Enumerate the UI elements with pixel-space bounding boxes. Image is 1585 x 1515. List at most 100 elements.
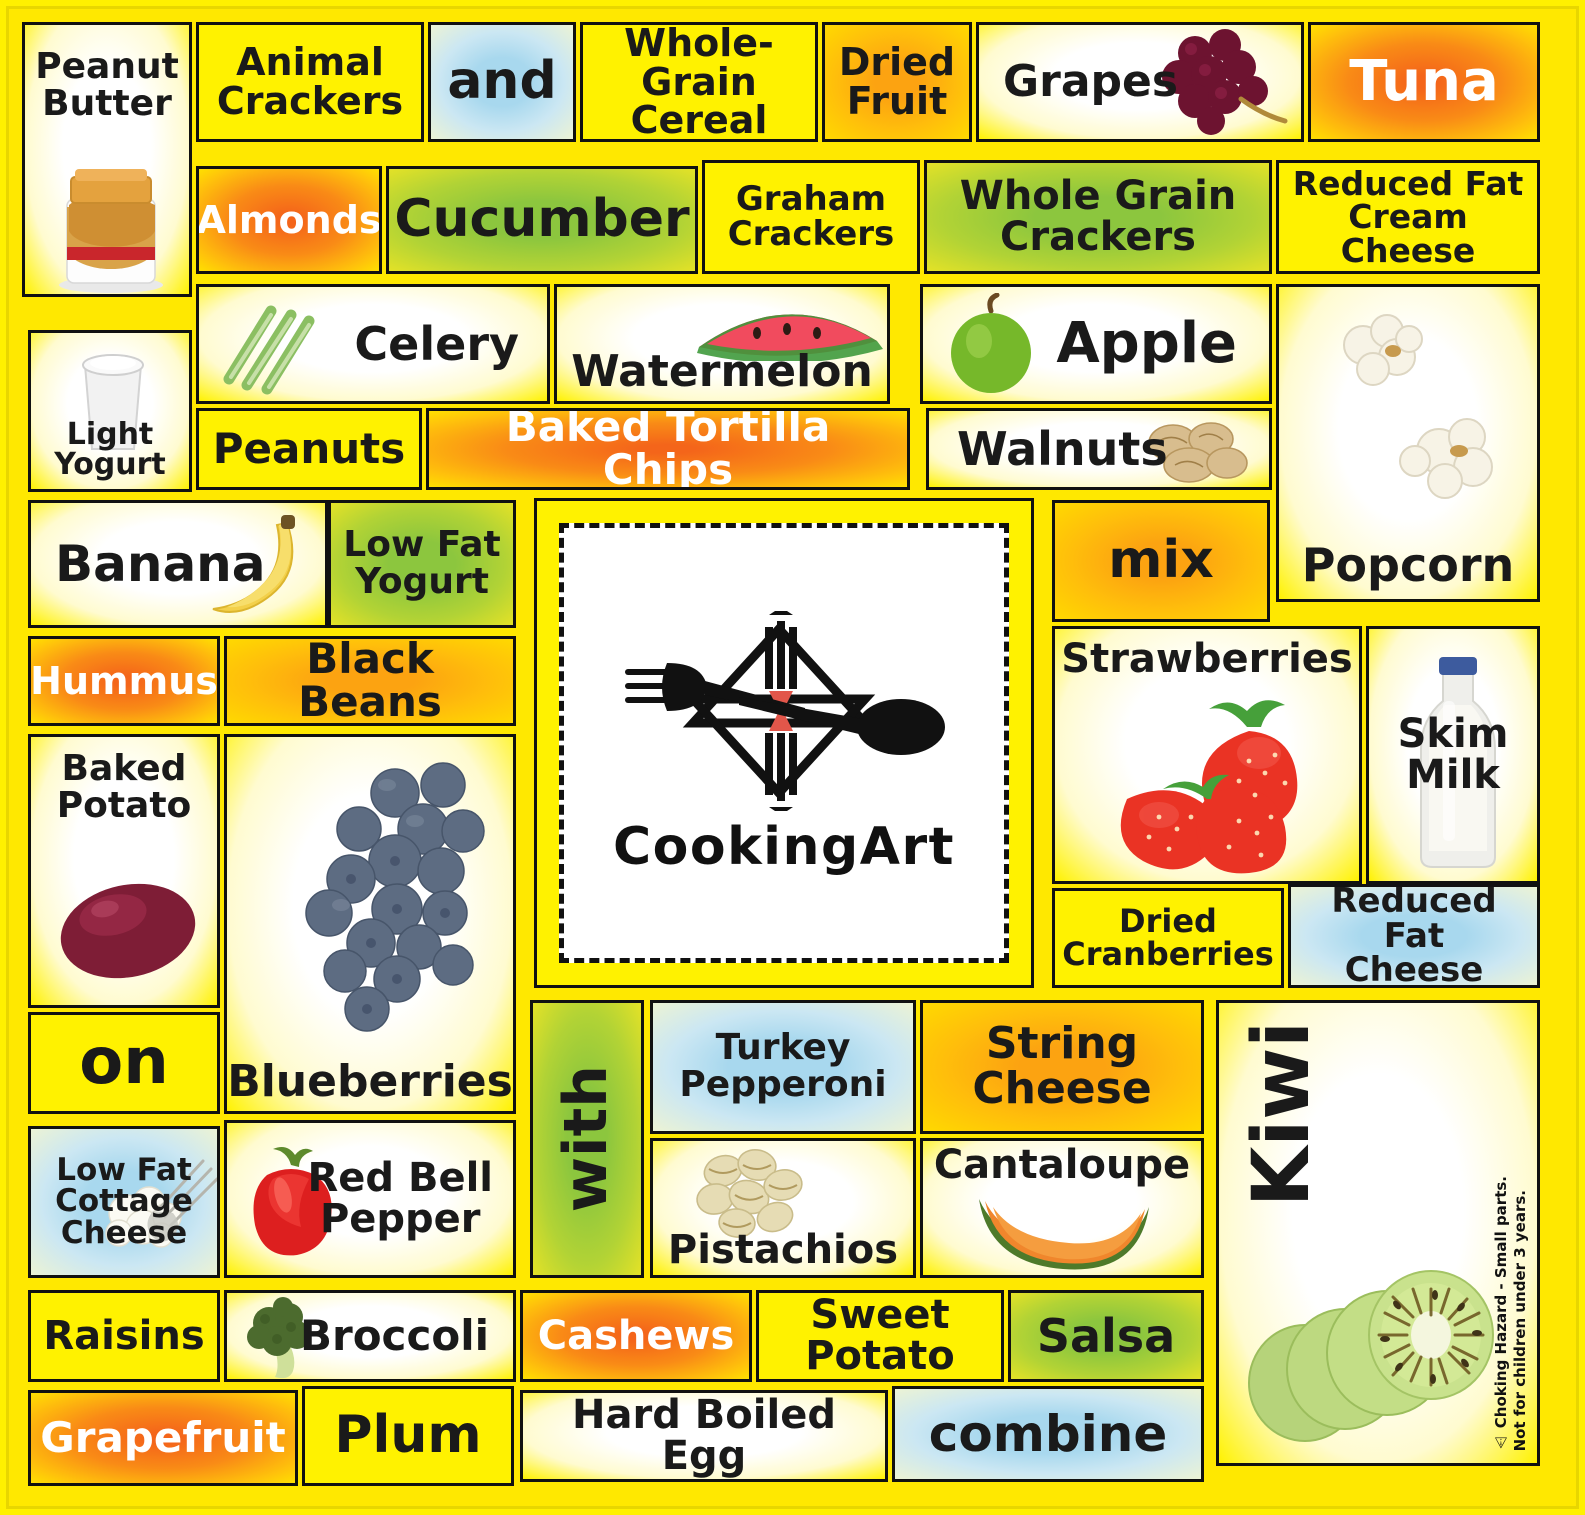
tile-hard-boiled-egg[interactable]: Hard Boiled Egg	[520, 1390, 888, 1482]
strawberries-image	[1120, 700, 1298, 874]
tile-low-fat-yogurt[interactable]: Low Fat Yogurt	[328, 500, 516, 628]
tile-graham-crackers[interactable]: Graham Crackers	[702, 160, 920, 274]
tile-on[interactable]: on	[28, 1012, 220, 1114]
tile-hummus[interactable]: Hummus	[28, 636, 220, 726]
tile-banana[interactable]: Banana	[28, 500, 328, 628]
tile-whole-grain-crackers[interactable]: Whole Grain Crackers	[924, 160, 1272, 274]
tile-walnuts[interactable]: Walnuts	[926, 408, 1272, 490]
tile-label: Salsa	[1036, 1308, 1176, 1363]
tile-celery[interactable]: Celery	[196, 284, 550, 404]
tile-label: String Cheese	[972, 1018, 1152, 1114]
tile-cucumber[interactable]: Cucumber	[386, 166, 698, 274]
tile-label: Broccoli	[299, 1310, 489, 1360]
fork-spoon-logo-icon	[625, 611, 945, 812]
logo-panel: CookingArt	[534, 498, 1034, 988]
celery-sticks-image	[223, 305, 315, 395]
tile-label: Sweet Potato	[805, 1292, 955, 1379]
tile-reduced-fat-cream-cheese[interactable]: Reduced Fat Cream Cheese	[1276, 160, 1540, 274]
tile-label: Raisins	[43, 1312, 205, 1359]
tile-label: Turkey Pepperoni	[679, 1027, 887, 1105]
tile-turkey-pepperoni[interactable]: Turkey Pepperoni	[650, 1000, 916, 1134]
tile-plum[interactable]: Plum	[302, 1386, 514, 1486]
tile-cashews[interactable]: Cashews	[520, 1290, 752, 1382]
tile-label: combine	[928, 1404, 1168, 1463]
tile-label: Plum	[334, 1405, 482, 1466]
tile-label: Banana	[55, 534, 266, 593]
tile-label: Low Fat Cottage Cheese	[55, 1151, 193, 1251]
tile-sweet-potato[interactable]: Sweet Potato	[756, 1290, 1004, 1382]
tile-black-beans[interactable]: Black Beans	[224, 636, 516, 726]
tile-label: Tuna	[1349, 49, 1499, 115]
tile-label: Skim Milk	[1397, 711, 1509, 798]
tile-label: Light Yogurt	[54, 416, 166, 483]
tile-almonds[interactable]: Almonds	[196, 166, 382, 274]
tile-tuna[interactable]: Tuna	[1308, 22, 1540, 142]
tile-kiwi[interactable]: Kiwi ⚠ Choking Hazard - Small parts. Not…	[1216, 1000, 1540, 1466]
green-apple-image	[951, 293, 1031, 393]
tile-label: Watermelon	[571, 346, 873, 398]
tile-dried-fruit[interactable]: Dried Fruit	[822, 22, 972, 142]
tile-label: Grapefruit	[40, 1412, 286, 1462]
tile-baked-potato[interactable]: Baked Potato	[28, 734, 220, 1008]
tile-label: Peanut Butter	[35, 46, 179, 124]
tile-label: Strawberries	[1061, 636, 1353, 682]
tile-grapes[interactable]: Grapes	[976, 22, 1304, 142]
tile-label: Graham Crackers	[727, 179, 895, 254]
tile-label: Red Bell Pepper	[307, 1155, 493, 1242]
tile-label: on	[79, 1025, 169, 1100]
tile-low-fat-cottage-cheese[interactable]: Low Fat Cottage Cheese	[28, 1126, 220, 1278]
blueberries-image	[305, 762, 485, 1032]
tile-label: Low Fat Yogurt	[343, 524, 501, 602]
tile-cantaloupe[interactable]: Cantaloupe	[920, 1138, 1204, 1278]
tile-label: Hard Boiled Egg	[572, 1392, 836, 1479]
tile-red-bell-pepper[interactable]: Red Bell Pepper	[224, 1120, 516, 1278]
tile-animal-crackers[interactable]: Animal Crackers	[196, 22, 424, 142]
tile-label: Reduced Fat Cream Cheese	[1292, 163, 1524, 270]
tile-label: Walnuts	[957, 421, 1168, 476]
tile-with[interactable]: with	[530, 1000, 644, 1278]
tile-label: Cantaloupe	[933, 1142, 1191, 1188]
brand-wordmark: CookingArt	[612, 817, 955, 878]
tile-dried-cranberries[interactable]: Dried Cranberries	[1052, 888, 1284, 988]
popcorn-image	[1343, 314, 1493, 499]
tile-grapefruit[interactable]: Grapefruit	[28, 1390, 298, 1486]
tile-reduced-fat-cheese[interactable]: Reduced Fat Cheese	[1288, 884, 1540, 988]
tile-label: Dried Fruit	[838, 40, 956, 123]
tile-label: Grapes	[1003, 55, 1179, 107]
logo-dashed-frame: CookingArt	[559, 523, 1009, 963]
tile-blueberries[interactable]: Blueberries	[224, 734, 516, 1114]
tile-peanuts[interactable]: Peanuts	[196, 408, 422, 490]
tile-and[interactable]: and	[428, 22, 576, 142]
tile-whole-grain-cereal[interactable]: Whole-Grain Cereal	[580, 22, 818, 142]
tile-string-cheese[interactable]: String Cheese	[920, 1000, 1204, 1134]
tile-label: Reduced Fat Cheese	[1331, 884, 1497, 988]
kiwi-slices-image	[1248, 1270, 1494, 1442]
tile-label: Peanuts	[212, 423, 406, 473]
tile-label: Apple	[1056, 311, 1237, 377]
tile-combine[interactable]: combine	[892, 1386, 1204, 1482]
tile-light-yogurt[interactable]: Light Yogurt	[28, 330, 192, 492]
cantaloupe-slice-image	[979, 1199, 1149, 1270]
tile-label: and	[447, 51, 557, 112]
tile-peanut-butter[interactable]: Peanut Butter	[22, 22, 192, 297]
tile-label: with	[551, 1065, 622, 1213]
tile-salsa[interactable]: Salsa	[1008, 1290, 1204, 1382]
tile-label: Almonds	[196, 197, 382, 242]
tile-strawberries[interactable]: Strawberries	[1052, 626, 1362, 884]
tile-label: Baked Tortilla Chips	[505, 408, 831, 490]
tile-label: Black Beans	[298, 636, 442, 726]
tile-label: Pistachios	[667, 1227, 899, 1274]
tile-watermelon[interactable]: Watermelon	[554, 284, 890, 404]
tile-pistachios[interactable]: Pistachios	[650, 1138, 916, 1278]
tile-label: Kiwi	[1237, 1021, 1327, 1207]
tile-skim-milk[interactable]: Skim Milk	[1366, 626, 1540, 884]
tile-apple[interactable]: Apple	[920, 284, 1272, 404]
tile-baked-tortilla-chips[interactable]: Baked Tortilla Chips	[426, 408, 910, 490]
tile-label: Blueberries	[227, 1056, 513, 1108]
tile-mix[interactable]: mix	[1052, 500, 1270, 622]
tile-raisins[interactable]: Raisins	[28, 1290, 220, 1382]
tile-popcorn[interactable]: Popcorn	[1276, 284, 1540, 602]
tile-broccoli[interactable]: Broccoli	[224, 1290, 516, 1382]
tile-label: Whole-Grain Cereal	[624, 22, 774, 142]
tile-label: mix	[1108, 530, 1214, 591]
